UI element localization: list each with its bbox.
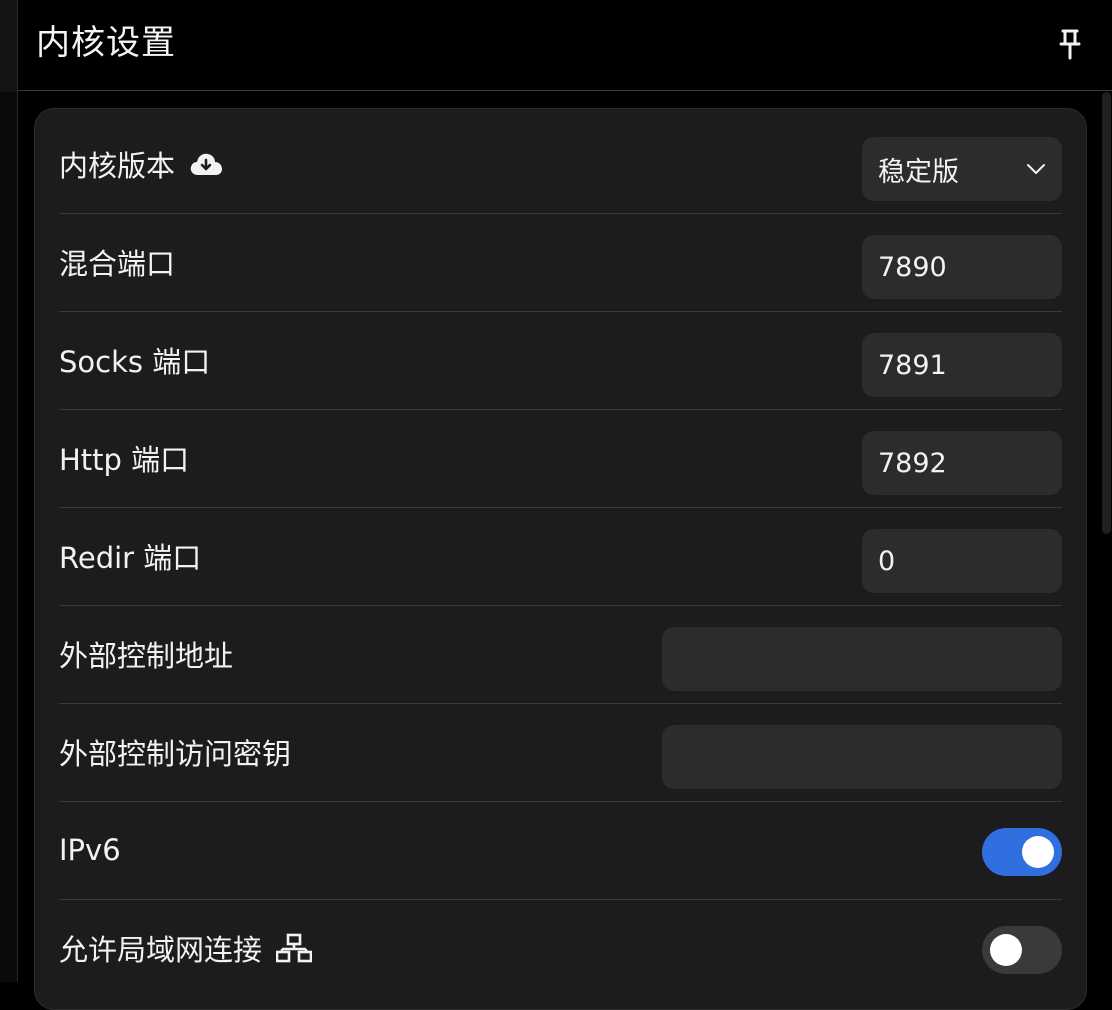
setting-label: Socks 端口 [59,312,224,408]
setting-label: 外部控制地址 [59,606,247,702]
setting-label: 内核版本 [59,116,223,212]
setting-row-socks-port: Socks 端口 7891 [59,312,1062,410]
page-header: 内核设置 [18,0,1112,91]
setting-row-ipv6: IPv6 [59,802,1062,900]
core-version-label: 内核版本 [59,149,176,183]
setting-label: 混合端口 [59,214,189,310]
setting-row-core-version: 内核版本 稳定版 [59,116,1062,214]
setting-row-redir-port: Redir 端口 0 [59,508,1062,606]
ipv6-toggle[interactable] [982,828,1062,876]
core-version-select[interactable]: 稳定版 [862,137,1062,201]
network-icon[interactable] [276,933,313,963]
setting-row-http-port: Http 端口 7892 [59,410,1062,508]
allow-lan-label: 允许局域网连接 [59,933,263,967]
mixed-port-label: 混合端口 [59,247,176,281]
http-port-label: Http 端口 [59,443,190,477]
scrollbar[interactable] [1100,92,1112,982]
allow-lan-toggle[interactable] [982,926,1062,974]
mixed-port-input[interactable]: 7890 [862,235,1062,299]
chevron-down-icon [1027,164,1045,174]
setting-label: Http 端口 [59,410,203,506]
page-title: 内核设置 [36,23,176,63]
setting-row-external-secret: 外部控制访问密钥 [59,704,1062,802]
redir-port-label: Redir 端口 [59,541,202,575]
pin-icon [1059,29,1081,60]
setting-label: 外部控制访问密钥 [59,704,305,800]
scrollbar-thumb[interactable] [1102,92,1111,534]
core-version-value: 稳定版 [878,156,959,188]
left-rail [0,0,18,982]
setting-row-external-controller: 外部控制地址 [59,606,1062,704]
settings-panel: 内核版本 稳定版 混合端口 7890 Socks 端口 7891 Http 端口 [34,108,1087,1010]
socks-port-input[interactable]: 7891 [862,333,1062,397]
setting-label: Redir 端口 [59,508,215,604]
setting-row-mixed-port: 混合端口 7890 [59,214,1062,312]
external-secret-input[interactable] [662,725,1062,789]
http-port-input[interactable]: 7892 [862,431,1062,495]
redir-port-input[interactable]: 0 [862,529,1062,593]
ipv6-label: IPv6 [59,833,121,867]
external-controller-label: 外部控制地址 [59,639,234,673]
toggle-knob [990,934,1022,966]
pin-button[interactable] [1056,27,1084,61]
toggle-knob [1022,836,1054,868]
socks-port-label: Socks 端口 [59,345,211,379]
left-rail-header [0,0,17,92]
external-controller-input[interactable] [662,627,1062,691]
cloud-download-icon[interactable] [189,151,223,177]
setting-label: IPv6 [59,802,135,898]
setting-row-allow-lan: 允许局域网连接 [59,900,1062,998]
external-secret-label: 外部控制访问密钥 [59,737,292,771]
